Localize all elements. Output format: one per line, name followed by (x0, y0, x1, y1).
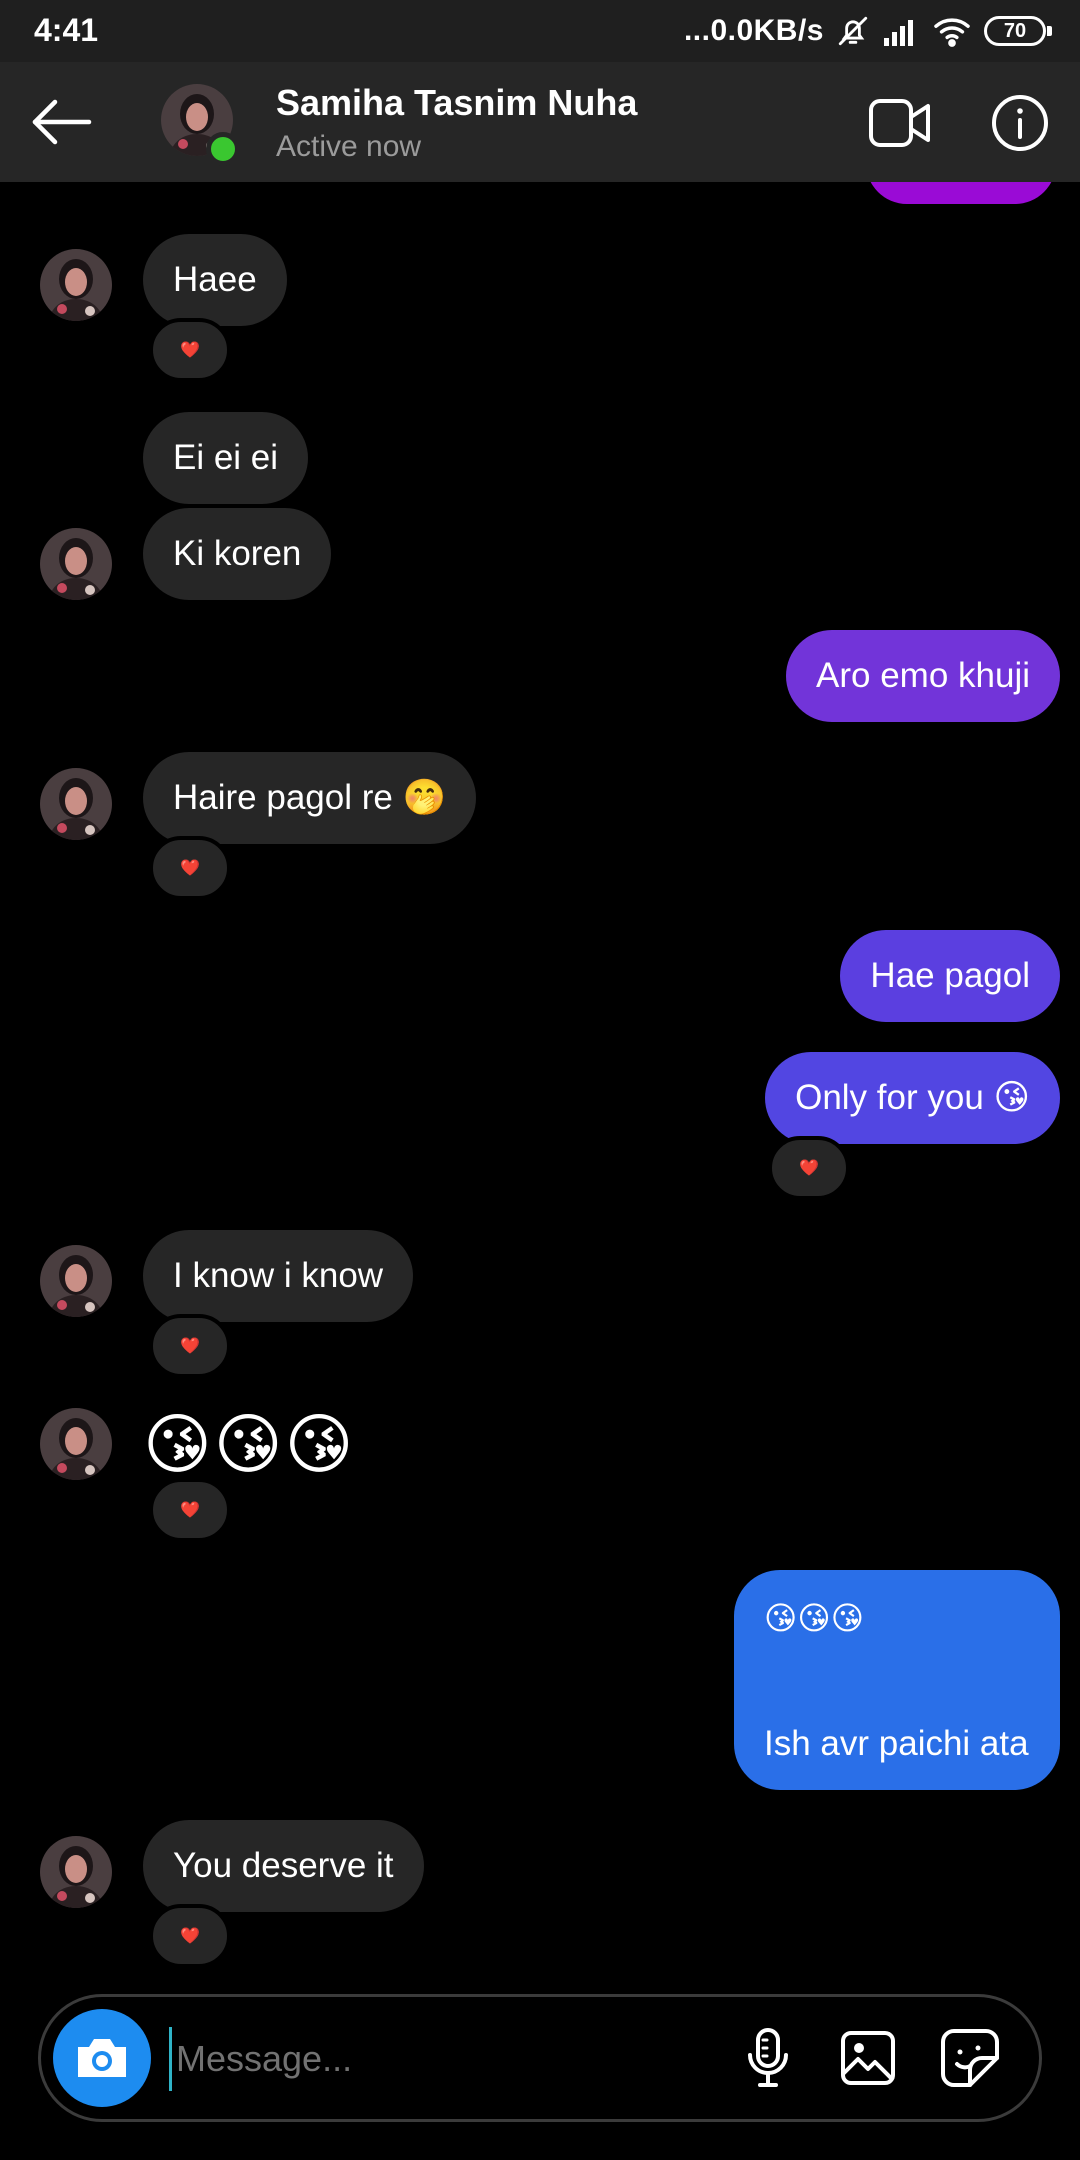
video-call-icon[interactable] (860, 90, 940, 156)
incoming-message[interactable]: Haee (143, 234, 287, 326)
battery-icon: 70 (984, 16, 1052, 46)
incoming-message[interactable]: I know i know (143, 1230, 414, 1322)
message-list[interactable]: Haee ❤️ Ei ei ei Ki koren Aro emo khuji … (0, 182, 1080, 1994)
online-indicator (206, 132, 240, 166)
incoming-message[interactable]: You deserve it (143, 1820, 424, 1912)
message-emojis: 😘😘😘 (764, 1600, 865, 1636)
heart-reaction-icon[interactable]: ❤️ (149, 836, 231, 900)
sender-avatar[interactable] (40, 528, 112, 600)
message-input[interactable] (169, 2027, 729, 2091)
message-composer (38, 1994, 1042, 2122)
signal-icon (882, 16, 920, 46)
heart-reaction-icon[interactable]: ❤️ (149, 1478, 231, 1542)
mute-icon (836, 14, 870, 48)
incoming-message[interactable]: Ei ei ei (143, 412, 309, 504)
info-icon[interactable] (985, 90, 1055, 156)
camera-icon[interactable] (53, 2009, 151, 2107)
sticker-icon[interactable] (935, 2023, 1005, 2093)
wifi-icon (932, 15, 972, 47)
incoming-message[interactable]: Ki koren (143, 508, 332, 600)
heart-reaction-icon[interactable]: ❤️ (149, 1314, 231, 1378)
heart-reaction-icon[interactable]: ❤️ (149, 1904, 231, 1968)
status-bar: 4:41 ...0.0KB/s 70 (0, 0, 1080, 62)
heart-reaction-icon[interactable]: ❤️ (768, 1136, 850, 1200)
status-time: 4:41 (34, 12, 99, 48)
outgoing-message[interactable]: Only for you 😘 (765, 1052, 1060, 1144)
microphone-icon[interactable] (733, 2023, 803, 2093)
incoming-emoji-message[interactable]: 😘😘😘 (143, 1404, 355, 1484)
sender-avatar[interactable] (40, 1408, 112, 1480)
message-text: Ish avr paichi ata (764, 1724, 1029, 1763)
outgoing-message[interactable]: 😘😘😘 Ish avr paichi ata (734, 1570, 1060, 1790)
incoming-message[interactable]: Haire pagol re 🤭 (143, 752, 477, 844)
contact-name[interactable]: Samiha Tasnim Nuha (276, 82, 637, 124)
active-status: Active now (276, 130, 422, 163)
back-arrow-icon[interactable] (22, 90, 100, 154)
heart-reaction-icon[interactable]: ❤️ (149, 318, 231, 382)
sender-avatar[interactable] (40, 249, 112, 321)
outgoing-message[interactable]: Aro emo khuji (786, 630, 1060, 722)
status-indicators: ...0.0KB/s 70 (683, 12, 1052, 50)
sender-avatar[interactable] (40, 1836, 112, 1908)
gallery-icon[interactable] (833, 2023, 903, 2093)
outgoing-message[interactable]: Hae pagol (840, 930, 1060, 1022)
network-speed: ...0.0KB/s (683, 14, 824, 47)
chat-header: Samiha Tasnim Nuha Active now (0, 62, 1080, 182)
outgoing-bubble-partial[interactable] (866, 182, 1056, 204)
sender-avatar[interactable] (40, 1245, 112, 1317)
sender-avatar[interactable] (40, 768, 112, 840)
